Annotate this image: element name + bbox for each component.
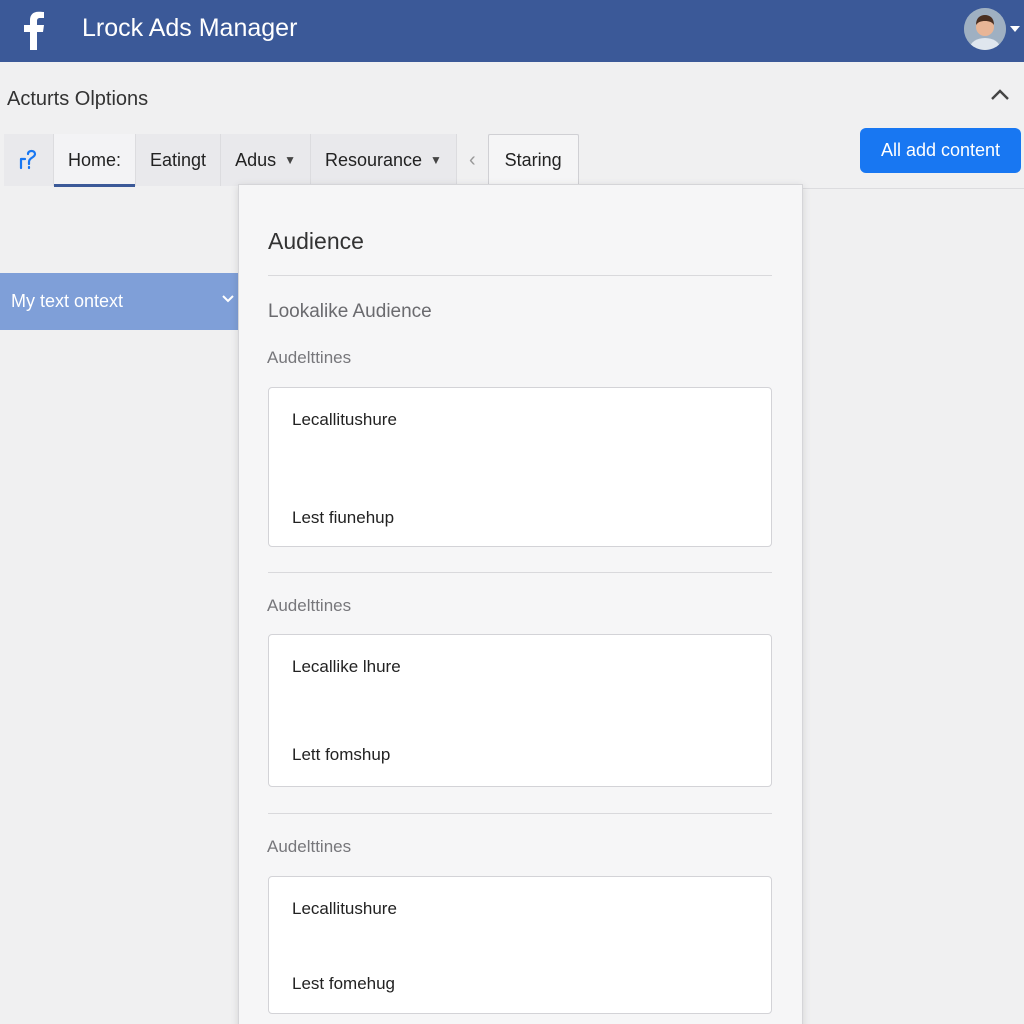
tab-quick-link[interactable] — [4, 134, 54, 186]
section-label: Audelttines — [267, 837, 352, 856]
audience-card[interactable]: Lecallitushure Lest fomehug — [268, 876, 772, 1014]
chevron-down-icon: ▼ — [430, 153, 442, 167]
options-row: Acturts Olptions — [0, 62, 1024, 132]
chevron-down-icon: ▼ — [284, 153, 296, 167]
audience-dropdown-panel: Audience Lookalike Audience Audelttines … — [238, 184, 803, 1024]
card-primary-text: Lecallike lhure — [292, 657, 401, 676]
sidebar-item-my-text-ontext[interactable]: My text ontext — [0, 273, 240, 330]
divider — [268, 275, 772, 276]
collapse-chevron-up-icon[interactable] — [990, 88, 1010, 102]
tab-resourance-label: Resourance — [324, 149, 423, 170]
divider — [802, 188, 1024, 189]
card-secondary-text: Lett fomshup — [292, 745, 391, 764]
chevron-left-icon[interactable]: ‹ — [456, 134, 488, 186]
card-primary-text: Lecallitushure — [292, 410, 397, 429]
audience-card[interactable]: Lecallike lhure Lett fomshup — [268, 634, 772, 787]
tab-staring[interactable]: Staring — [487, 134, 579, 186]
account-menu-caret-icon[interactable] — [1010, 26, 1020, 32]
tab-staring-label: Staring — [504, 149, 562, 170]
add-content-button[interactable]: All add content — [860, 128, 1021, 173]
user-avatar[interactable] — [964, 8, 1006, 50]
tab-home[interactable]: Home: — [54, 134, 137, 187]
tab-home-label: Home: — [68, 149, 122, 170]
tab-bar: Home: Eatingt Adus ▼ Resourance ▼ ‹ Star… — [4, 134, 579, 187]
panel-title: Audience — [268, 228, 364, 254]
panel-subtitle: Lookalike Audience — [268, 301, 432, 322]
options-title: Acturts Olptions — [7, 88, 149, 110]
tab-eatingt[interactable]: Eatingt — [136, 134, 222, 186]
tab-adus-label: Adus — [235, 149, 277, 170]
tab-resourance[interactable]: Resourance ▼ — [311, 134, 457, 186]
card-secondary-text: Lest fomehug — [292, 974, 396, 993]
sidebar-item-label: My text ontext — [11, 291, 124, 311]
chevron-down-icon — [222, 295, 234, 303]
divider — [268, 813, 772, 814]
facebook-logo-icon[interactable] — [20, 10, 46, 50]
divider — [268, 572, 772, 573]
card-secondary-text: Lest fiunehup — [292, 508, 395, 527]
top-bar: Lrock Ads Manager — [0, 0, 1024, 62]
section-label: Audelttines — [267, 596, 352, 615]
quick-link-icon — [19, 149, 36, 170]
card-primary-text: Lecallitushure — [292, 899, 397, 918]
section-label: Audelttines — [267, 348, 352, 367]
app-title: Lrock Ads Manager — [82, 14, 298, 42]
tab-adus[interactable]: Adus ▼ — [221, 134, 311, 186]
tab-eatingt-label: Eatingt — [150, 149, 207, 170]
audience-card[interactable]: Lecallitushure Lest fiunehup — [268, 387, 772, 547]
